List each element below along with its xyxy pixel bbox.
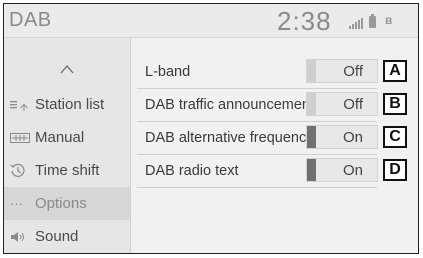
option-label: DAB alternative frequency <box>145 129 314 146</box>
option-label: DAB traffic announcement <box>145 96 314 113</box>
callout-label: B <box>383 93 407 115</box>
callout-label: C <box>383 126 407 148</box>
screen-frame: DAB 2:38 ʙ Station list Manual Time shif… <box>3 3 419 254</box>
signal-icon <box>349 15 363 29</box>
toggle-state: On <box>342 161 363 179</box>
option-label: DAB radio text <box>145 162 239 179</box>
sidebar-item-time-shift[interactable]: Time shift <box>4 154 130 187</box>
dab-traffic-announcement-toggle[interactable]: Off <box>306 92 378 116</box>
station-list-icon <box>10 99 32 111</box>
dab-radio-text-toggle[interactable]: On <box>306 158 378 182</box>
sidebar: Station list Manual Time shift ··· Optio… <box>4 38 131 253</box>
chevron-up-icon[interactable] <box>4 54 130 84</box>
sidebar-item-label: Options <box>35 195 87 212</box>
toggle-state: On <box>342 128 363 146</box>
sidebar-item-sound[interactable]: Sound <box>4 220 130 253</box>
sidebar-item-label: Station list <box>35 96 105 113</box>
sidebar-item-label: Manual <box>35 129 85 146</box>
sidebar-item-station-list[interactable]: Station list <box>4 88 130 121</box>
callout-label: D <box>383 159 407 181</box>
sidebar-item-manual[interactable]: Manual <box>4 121 130 154</box>
time-shift-icon <box>10 163 32 179</box>
options-panel: L-band Off A DAB traffic announcement Of… <box>131 38 418 253</box>
clock: 2:38 <box>277 6 332 36</box>
bluetooth-icon: ʙ <box>385 13 393 27</box>
option-label: L-band <box>145 63 191 80</box>
more-icon: ··· <box>10 196 23 211</box>
toggle-state: Off <box>343 62 363 80</box>
speaker-icon <box>10 230 32 244</box>
sidebar-item-label: Sound <box>35 228 79 245</box>
page-title: DAB <box>9 9 52 31</box>
callout-label: A <box>383 60 407 82</box>
l-band-toggle[interactable]: Off <box>306 59 378 83</box>
dab-alternative-frequency-toggle[interactable]: On <box>306 125 378 149</box>
toggle-state: Off <box>343 95 363 113</box>
sidebar-item-options[interactable]: ··· Options <box>4 187 130 220</box>
header-bar: DAB 2:38 ʙ <box>4 4 418 38</box>
battery-icon <box>369 14 376 28</box>
manual-tuning-icon <box>10 132 32 144</box>
sidebar-item-label: Time shift <box>35 162 100 179</box>
